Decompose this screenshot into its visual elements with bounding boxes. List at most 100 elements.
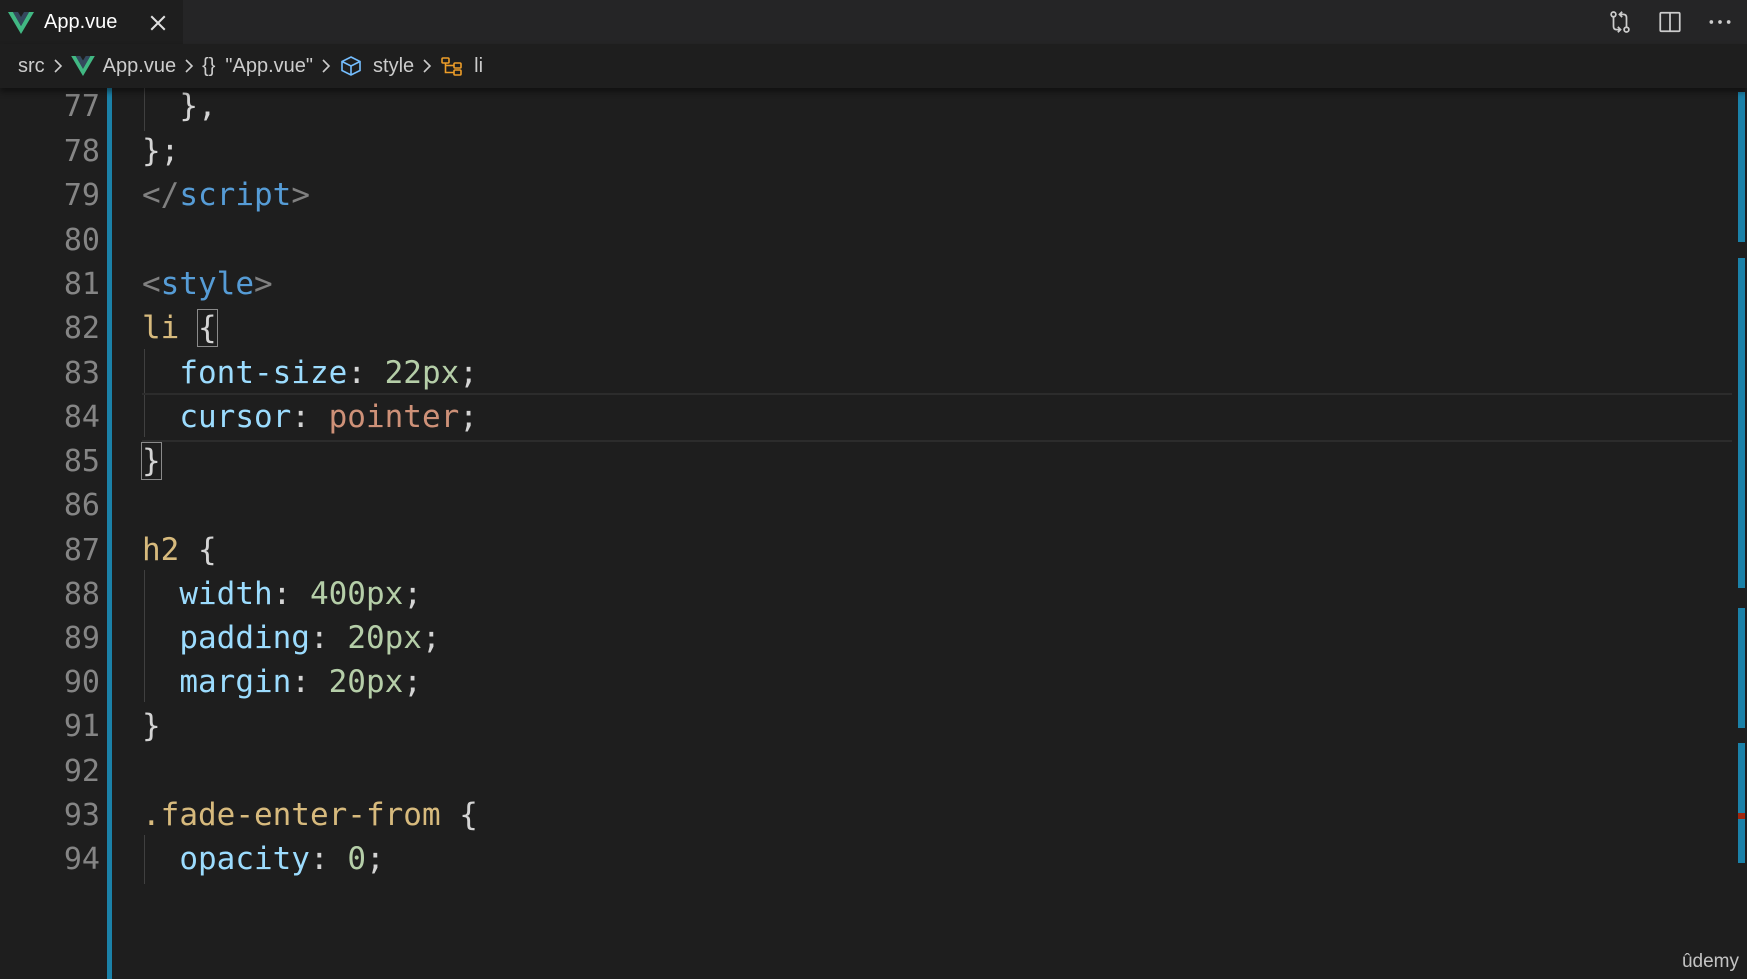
- code-line-93: .fade-enter-from {: [142, 791, 478, 840]
- code-line-81: <style>: [142, 260, 273, 309]
- token: 20px: [328, 664, 404, 700]
- token: >: [291, 177, 310, 213]
- code-line-83: font-size: 22px;: [142, 349, 478, 398]
- line-number: 78: [63, 134, 100, 169]
- line-number: 77: [63, 89, 100, 124]
- breadcrumb-label: li: [474, 54, 484, 77]
- line-number: 85: [63, 444, 100, 479]
- editor-area[interactable]: 77 78 79 80 81 82 83 84 85 86 87 88 89 9…: [0, 88, 1747, 979]
- token: font-size: [179, 355, 348, 391]
- split-editor-icon[interactable]: [1657, 9, 1683, 35]
- line-number: 91: [63, 709, 100, 744]
- token: .fade-enter-from: [142, 797, 441, 833]
- code-content[interactable]: }, }; </script> <style> li { font-size: …: [141, 88, 1732, 979]
- token: :: [291, 664, 329, 700]
- breadcrumb-label: src: [18, 54, 45, 77]
- token: }: [142, 708, 161, 744]
- token: {: [459, 797, 478, 833]
- tab-label: App.vue: [44, 11, 118, 33]
- line-number: 81: [63, 267, 100, 302]
- close-icon[interactable]: [147, 12, 169, 34]
- token: ;: [403, 664, 422, 700]
- line-number: 89: [63, 621, 100, 656]
- line-number: 79: [63, 178, 100, 213]
- chevron-right-icon: [418, 56, 436, 76]
- token: :: [309, 620, 348, 656]
- token: ;: [421, 620, 441, 656]
- breadcrumb-item-li[interactable]: li: [440, 55, 483, 78]
- token: <: [142, 266, 161, 302]
- line-number: 84: [63, 400, 100, 435]
- source-control-compare-icon[interactable]: [1607, 9, 1633, 35]
- breadcrumb-label: style: [373, 54, 415, 77]
- token: ;: [459, 399, 478, 435]
- overview-ruler-mark: [1738, 258, 1745, 588]
- braces-icon: {}: [202, 54, 216, 77]
- code-line-78: };: [142, 127, 179, 176]
- code-line-90: margin: 20px;: [142, 658, 422, 707]
- token: li: [142, 310, 180, 346]
- token: :: [309, 841, 348, 877]
- code-line-89: padding: 20px;: [142, 614, 441, 663]
- token: {: [198, 532, 217, 568]
- token: 20px: [347, 620, 422, 656]
- token: width: [179, 576, 273, 612]
- more-actions-icon[interactable]: [1707, 9, 1733, 35]
- token: ;: [459, 355, 478, 391]
- line-number: 93: [63, 798, 100, 833]
- vue-icon: [8, 11, 34, 34]
- token: padding: [179, 620, 310, 656]
- udemy-watermark: ûdemy: [1681, 951, 1739, 972]
- editor-actions: [1607, 0, 1733, 44]
- breadcrumb-label: App.vue: [102, 54, 177, 77]
- chevron-right-icon: [49, 56, 67, 76]
- breadcrumb-item-style[interactable]: style: [339, 55, 414, 78]
- token: :: [291, 399, 329, 435]
- code-line-94: opacity: 0;: [142, 835, 385, 884]
- token: opacity: [179, 841, 310, 877]
- selector-icon: [440, 55, 464, 77]
- tab-app-vue[interactable]: App.vue: [0, 0, 184, 44]
- token: style: [160, 266, 254, 302]
- token: ;: [403, 576, 422, 612]
- code-line-88: width: 400px;: [142, 570, 422, 619]
- code-line-85: }: [141, 437, 162, 486]
- token: margin: [179, 664, 292, 700]
- token: ;: [365, 841, 385, 877]
- token: h2: [142, 532, 180, 568]
- code-line-91: }: [142, 702, 161, 751]
- token: },: [179, 88, 217, 124]
- token: >: [254, 266, 273, 302]
- line-number: 92: [63, 754, 100, 789]
- token: 22px: [384, 355, 460, 391]
- chevron-right-icon: [317, 56, 335, 76]
- line-number: 90: [63, 665, 100, 700]
- cube-icon: [339, 55, 363, 77]
- token: 400px: [309, 576, 404, 612]
- token: pointer: [328, 399, 460, 435]
- breadcrumb-item-file[interactable]: App.vue: [70, 54, 177, 78]
- token: cursor: [179, 399, 292, 435]
- line-number: 86: [63, 488, 100, 523]
- overview-ruler-error-mark: [1738, 813, 1745, 819]
- token: :: [347, 355, 385, 391]
- overview-ruler-mark: [1738, 743, 1745, 863]
- line-number: 82: [63, 311, 100, 346]
- line-number-gutter: 77 78 79 80 81 82 83 84 85 86 87 88 89 9…: [0, 88, 110, 979]
- token: :: [272, 576, 310, 612]
- breadcrumb-item-module[interactable]: {} "App.vue": [202, 55, 313, 78]
- code-line-82: li {: [142, 304, 218, 353]
- line-number: 94: [63, 842, 100, 877]
- breadcrumb-item-src[interactable]: src: [18, 55, 45, 78]
- token: </: [142, 177, 180, 213]
- matched-bracket: {: [197, 309, 218, 347]
- breadcrumb: src App.vue {} "App.vue" style li: [0, 44, 1747, 88]
- code-line-77: },: [142, 88, 217, 131]
- git-modified-indicator: [107, 88, 112, 979]
- token: 0: [347, 841, 366, 877]
- code-editor-window: App.vue src App.vue {} "App.vue" style l…: [0, 0, 1747, 979]
- code-line-84: cursor: pointer;: [142, 393, 478, 442]
- line-number: 88: [63, 577, 100, 612]
- vertical-scrollbar[interactable]: [1733, 88, 1747, 979]
- breadcrumb-label: "App.vue": [225, 54, 314, 77]
